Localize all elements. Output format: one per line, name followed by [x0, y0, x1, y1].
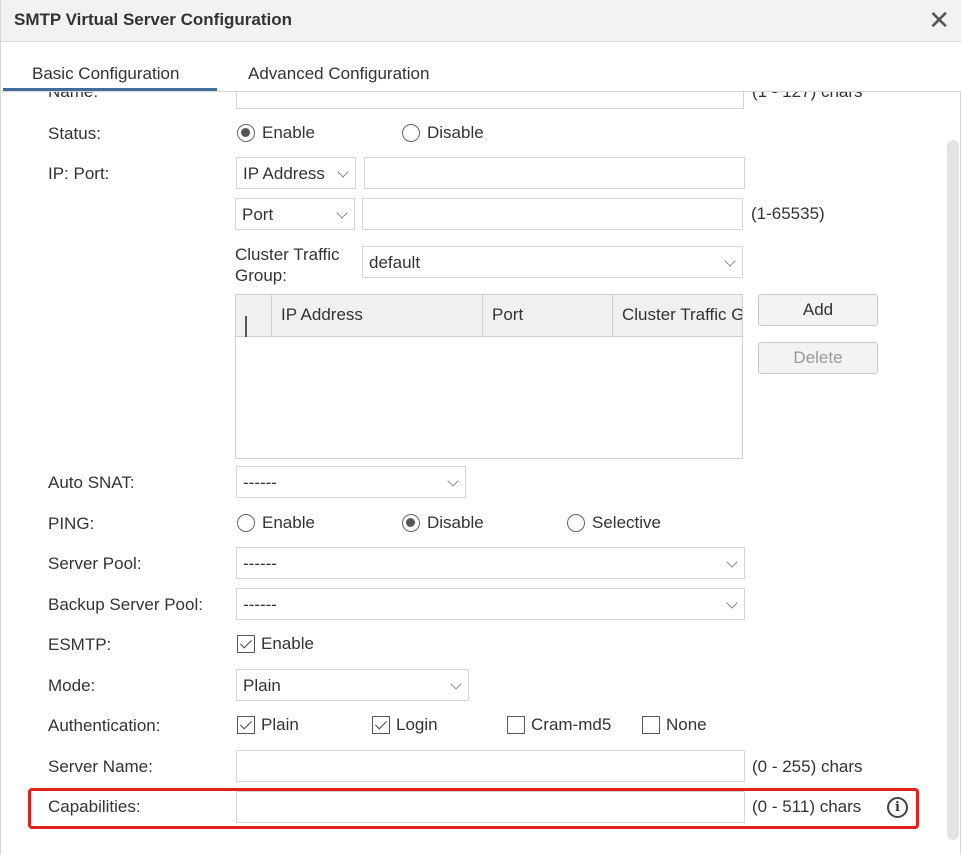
server-name-input[interactable] [236, 750, 745, 782]
header-ip-address[interactable]: IP Address [272, 295, 483, 337]
auth-plain-checkbox[interactable]: Plain [237, 715, 299, 735]
name-input[interactable] [236, 92, 744, 109]
auto-snat-label: Auto SNAT: [48, 473, 135, 492]
ping-selective-radio[interactable]: Selective [567, 513, 661, 533]
ip-port-table: IP Address Port Cluster Traffic Group [235, 294, 743, 459]
tab-basic-configuration[interactable]: Basic Configuration [32, 64, 179, 84]
radio-selected-icon [237, 124, 255, 142]
backup-server-pool-label: Backup Server Pool: [48, 595, 203, 614]
capabilities-highlight [28, 788, 919, 829]
esmtp-enable-checkbox[interactable]: Enable [237, 634, 314, 654]
info-icon[interactable]: i [887, 797, 908, 818]
title-bar: SMTP Virtual Server Configuration ✕ [1, 0, 961, 42]
select-all-cell [236, 295, 272, 337]
auth-cram-md5-label: Cram-md5 [531, 715, 612, 734]
chevron-down-icon [336, 207, 348, 219]
tab-advanced-configuration[interactable]: Advanced Configuration [248, 64, 429, 84]
name-hint: (1 - 127) chars [752, 92, 863, 102]
authentication-label: Authentication: [48, 716, 161, 735]
status-enable-label: Enable [262, 123, 315, 142]
cluster-traffic-group-value: default [369, 253, 421, 272]
ping-disable-radio[interactable]: Disable [402, 513, 484, 533]
ip-port-label: IP: Port: [48, 164, 110, 183]
checkbox-checked-icon [372, 716, 390, 734]
ping-enable-label: Enable [262, 513, 315, 532]
close-icon[interactable]: ✕ [928, 6, 950, 34]
mode-value: Plain [243, 676, 281, 695]
esmtp-label: ESMTP: [48, 635, 112, 654]
auth-plain-label: Plain [261, 715, 299, 734]
delete-button[interactable]: Delete [758, 342, 878, 374]
ping-disable-label: Disable [427, 513, 484, 532]
chevron-down-icon [447, 475, 459, 487]
header-port[interactable]: Port [483, 295, 613, 337]
server-pool-value: ------ [243, 554, 277, 573]
cluster-traffic-group-label: Cluster Traffic Group: [235, 245, 340, 285]
vertical-scrollbar[interactable] [947, 140, 959, 840]
chevron-down-icon [450, 678, 462, 690]
auth-none-checkbox[interactable]: None [642, 715, 707, 735]
address-type-select[interactable]: IP Address [236, 157, 356, 189]
checkbox-unchecked-icon [642, 716, 660, 734]
mode-select[interactable]: Plain [236, 669, 469, 701]
server-name-hint: (0 - 255) chars [752, 757, 863, 776]
radio-unselected-icon [237, 514, 255, 532]
chevron-down-icon [337, 166, 349, 178]
chevron-down-icon [724, 255, 736, 267]
esmtp-enable-label: Enable [261, 634, 314, 653]
form-content: Name: (1 - 127) chars Status: Enable Dis… [1, 92, 946, 855]
ping-enable-radio[interactable]: Enable [237, 513, 315, 533]
radio-selected-icon [402, 514, 420, 532]
dialog: SMTP Virtual Server Configuration ✕ Basi… [0, 0, 961, 855]
ping-label: PING: [48, 514, 95, 533]
ip-address-input[interactable] [364, 157, 745, 189]
header-cluster-traffic-group[interactable]: Cluster Traffic Group [613, 295, 742, 337]
checkbox-checked-icon [237, 635, 255, 653]
tab-bar: Basic Configuration Advanced Configurati… [1, 42, 961, 92]
port-type-value: Port [242, 205, 274, 224]
port-hint: (1-65535) [751, 204, 825, 223]
radio-unselected-icon [402, 124, 420, 142]
ping-selective-label: Selective [592, 513, 661, 532]
status-label: Status: [48, 124, 101, 143]
backup-server-pool-value: ------ [243, 595, 277, 614]
server-pool-select[interactable]: ------ [236, 547, 745, 579]
radio-unselected-icon [567, 514, 585, 532]
port-type-select[interactable]: Port [235, 198, 355, 230]
auth-none-label: None [666, 715, 707, 734]
server-name-label: Server Name: [48, 757, 153, 776]
chevron-down-icon [726, 556, 738, 568]
chevron-down-icon [726, 597, 738, 609]
table-header: IP Address Port Cluster Traffic Group [236, 295, 742, 337]
dialog-title: SMTP Virtual Server Configuration [14, 10, 293, 29]
mode-label: Mode: [48, 676, 96, 695]
address-type-value: IP Address [243, 164, 325, 183]
add-button[interactable]: Add [758, 294, 878, 326]
name-label: Name: [48, 92, 98, 102]
checkbox-checked-icon [237, 716, 255, 734]
status-disable-label: Disable [427, 123, 484, 142]
backup-server-pool-select[interactable]: ------ [236, 588, 745, 620]
cluster-traffic-group-select[interactable]: default [362, 246, 743, 278]
auth-cram-md5-checkbox[interactable]: Cram-md5 [507, 715, 611, 735]
status-enable-radio[interactable]: Enable [237, 123, 315, 143]
auto-snat-value: ------ [243, 473, 277, 492]
select-all-checkbox[interactable] [245, 316, 247, 337]
auth-login-checkbox[interactable]: Login [372, 715, 438, 735]
checkbox-unchecked-icon [507, 716, 525, 734]
port-input[interactable] [362, 198, 743, 230]
status-disable-radio[interactable]: Disable [402, 123, 484, 143]
auth-login-label: Login [396, 715, 438, 734]
server-pool-label: Server Pool: [48, 554, 142, 573]
auto-snat-select[interactable]: ------ [236, 466, 466, 498]
